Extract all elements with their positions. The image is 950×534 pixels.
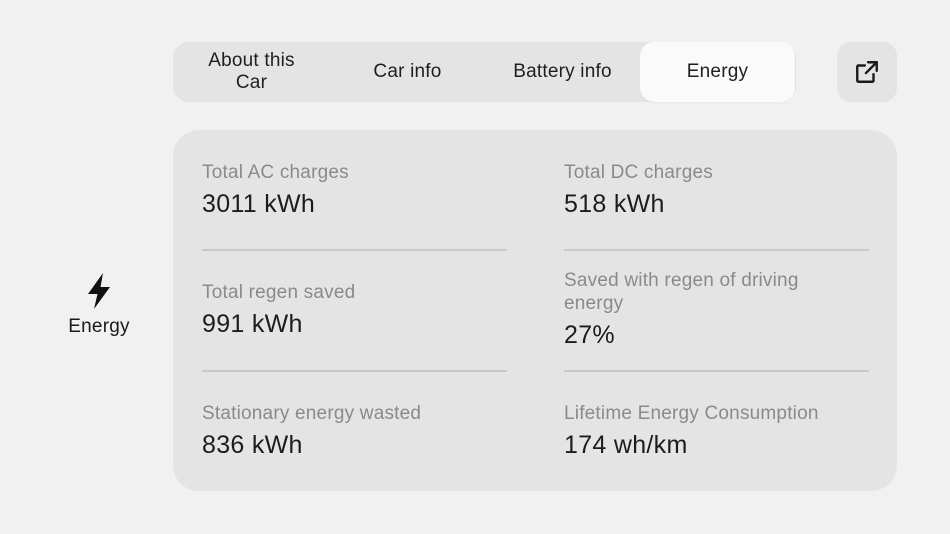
divider [202,370,507,372]
stat-label: Total AC charges [202,162,349,183]
stat-label: Lifetime Energy Consumption [564,403,819,424]
tab-label: About this Car [208,50,295,93]
stat-label: Stationary energy wasted [202,403,422,424]
external-link-icon [856,61,878,83]
stat-stationary-energy-wasted: Stationary energy wasted 836 kWh [202,402,507,460]
divider [202,249,507,251]
divider [564,370,869,372]
tab-car-info[interactable]: Car info [330,42,485,102]
stat-value: 518 kWh [564,190,665,218]
lightning-bolt-icon [88,273,110,309]
tab-label: Energy [686,61,749,82]
stat-total-regen-saved: Total regen saved 991 kWh [202,281,507,339]
divider [564,249,869,251]
stat-total-dc-charges: Total DC charges 518 kWh [564,161,869,219]
tab-label: Car info [373,61,442,82]
energy-page: About this Car Car info Battery info Ene… [0,0,950,534]
stat-value: 174 wh/km [564,431,688,459]
stat-lifetime-energy-consumption: Lifetime Energy Consumption 174 wh/km [564,402,869,460]
stat-total-ac-charges: Total AC charges 3011 kWh [202,161,507,219]
stat-value: 991 kWh [202,310,303,338]
tab-about-this-car[interactable]: About this Car [173,42,330,102]
stat-label: Saved with regen of driving energy [564,270,799,314]
section-label: Energy [68,316,130,337]
stat-label: Total DC charges [564,162,713,183]
stat-value: 3011 kWh [202,190,316,218]
section-indicator: Energy [50,272,148,338]
open-external-button[interactable] [837,42,897,102]
stat-label: Total regen saved [202,282,356,303]
tab-battery-info[interactable]: Battery info [485,42,640,102]
stat-saved-with-regen: Saved with regen of driving energy 27% [564,269,869,350]
tab-label: Battery info [513,61,612,82]
energy-stats-card: Total AC charges 3011 kWh Total DC charg… [173,130,897,491]
stat-value: 27% [564,321,615,349]
tab-bar: About this Car Car info Battery info Ene… [173,42,796,102]
stat-value: 836 kWh [202,431,303,459]
tab-energy[interactable]: Energy [640,42,795,102]
